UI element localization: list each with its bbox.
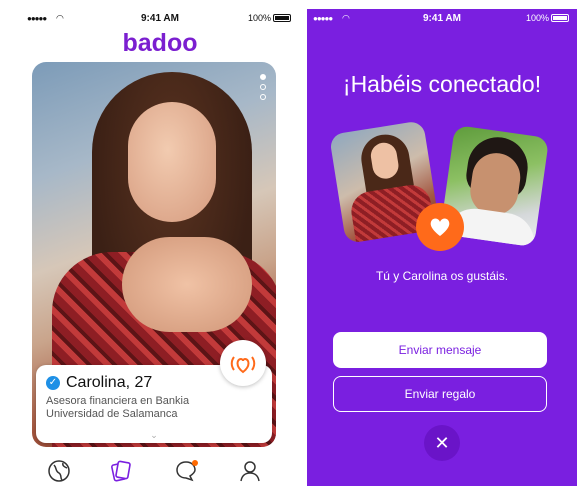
battery-percent: 100%	[247, 13, 271, 23]
heart-icon	[430, 218, 450, 236]
chevron-down-icon[interactable]: ⌄	[36, 430, 272, 441]
profile-photo-face	[128, 102, 216, 222]
profile-name: Carolina, 27	[66, 374, 153, 391]
globe-icon	[48, 460, 70, 482]
status-bar: ●●●●● ◠ 9:41 AM 100%	[307, 9, 577, 29]
profile-photo-arm	[122, 237, 252, 332]
tab-encounters[interactable]	[47, 459, 71, 483]
like-button[interactable]	[220, 340, 266, 386]
profile-card[interactable]: ✓ Carolina, 27 Asesora financiera en Ban…	[32, 62, 276, 447]
battery-indicator: 100%	[526, 13, 569, 23]
screen-composite: ●●●●● ◠ 9:41 AM 100% badoo ✓ Carolina, 2…	[0, 0, 587, 494]
tab-cards[interactable]	[109, 459, 133, 483]
send-gift-button[interactable]: Enviar regalo	[333, 376, 547, 412]
battery-percent: 100%	[525, 13, 549, 23]
match-subtitle: Tú y Carolina os gustáis.	[375, 269, 509, 283]
tab-messages[interactable]	[174, 459, 198, 483]
send-message-button[interactable]: Enviar mensaje	[333, 332, 547, 368]
profile-browse-screen: ●●●●● ◠ 9:41 AM 100% badoo ✓ Carolina, 2…	[21, 9, 299, 487]
verified-icon: ✓	[46, 376, 60, 390]
close-icon[interactable]: ✕	[424, 425, 460, 461]
heart-badge	[416, 203, 464, 251]
status-bar: ●●●●● ◠ 9:41 AM 100%	[21, 9, 299, 29]
battery-icon	[551, 14, 569, 22]
photo-pager-icon[interactable]	[260, 74, 268, 104]
battery-icon	[273, 14, 291, 22]
match-title: ¡Habéis conectado!	[342, 71, 542, 97]
battery-indicator: 100%	[248, 13, 291, 23]
tab-profile[interactable]	[238, 459, 262, 483]
match-screen: ●●●●● ◠ 9:41 AM 100% ¡Habéis conectado! …	[307, 9, 577, 486]
notification-dot	[192, 460, 198, 466]
tab-bar	[21, 457, 299, 487]
profile-icon	[240, 461, 260, 482]
cards-icon	[111, 460, 131, 482]
profile-job: Asesora financiera en Bankia	[46, 395, 190, 407]
heart-waves-icon	[230, 356, 256, 374]
profile-education: Universidad de Salamanca	[46, 408, 178, 420]
app-logo: badoo	[122, 29, 198, 57]
